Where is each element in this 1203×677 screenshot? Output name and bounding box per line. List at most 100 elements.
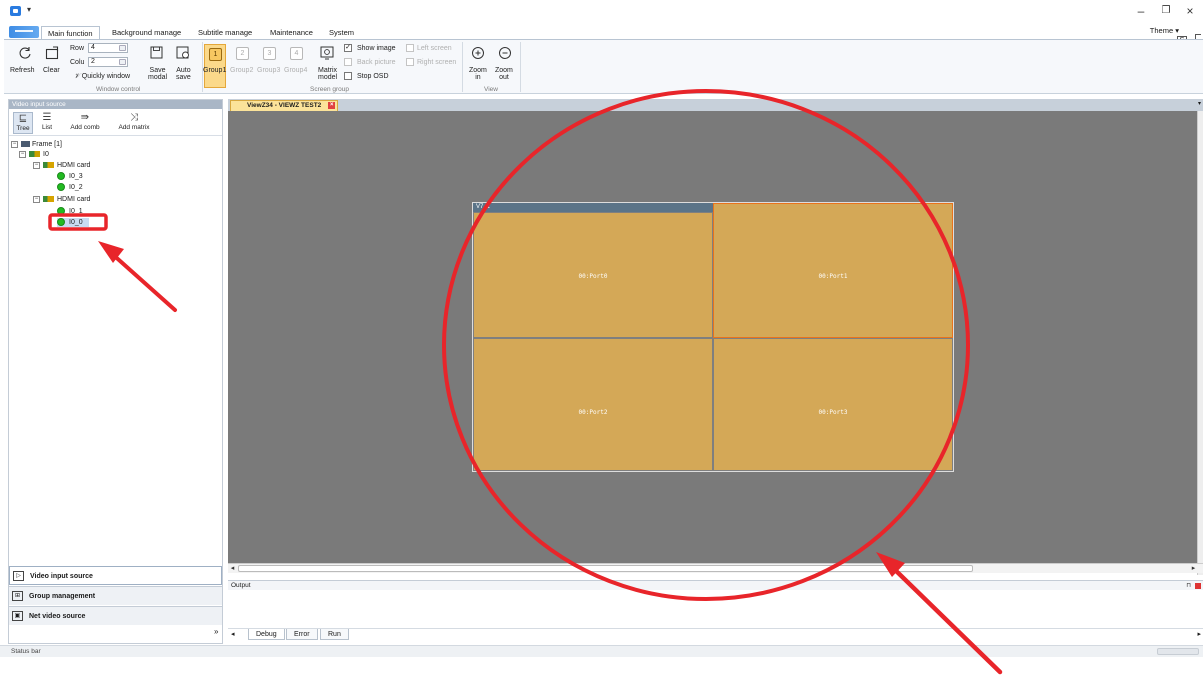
title-bar: ▾ – ❐ × [0,0,1203,22]
input-label: I0_0 [69,219,83,226]
port-label: 00:Port1 [818,273,848,280]
clear-button[interactable] [45,46,59,62]
zoom-in-button[interactable] [471,46,485,62]
refresh-label: Refresh [10,67,35,74]
tree-node-hdmi-card-1[interactable]: − HDMI card [33,161,90,170]
tab-run[interactable]: Run [320,629,349,640]
tree-node-input[interactable]: I0_2 [57,183,83,192]
tree-node-frame[interactable]: − Frame [1] [11,140,62,149]
row-spinner[interactable]: 4 [88,43,128,53]
add-matrix-button[interactable]: ⤨ Add matrix [112,112,156,134]
tab-system[interactable]: System [323,26,360,39]
tabs-right-icon[interactable]: ▸ [1197,630,1201,638]
auto-save-button[interactable] [176,46,190,61]
tree-node-io[interactable]: − I0 [19,150,49,159]
list-label: List [41,124,53,131]
stop-osd-checkbox[interactable] [344,72,352,80]
matrix-model-label-line1: Matrix [318,67,338,74]
restore-button[interactable]: ❐ [1158,4,1174,18]
tab-main-function[interactable]: Main function [41,26,100,39]
nav-label: Net video source [29,613,86,620]
tab-subtitle-manage[interactable]: Subtitle manage [192,26,258,39]
collapse-icon[interactable]: − [33,161,40,169]
io-board-icon [29,151,40,158]
nav-group-management[interactable]: ⊞ Group management [9,586,222,605]
collapse-icon[interactable]: − [19,150,26,158]
vertical-scrollbar[interactable] [1197,111,1203,575]
close-icon[interactable]: × [328,102,336,109]
group2-button[interactable]: 2 [232,44,254,88]
output-log[interactable] [228,590,1203,628]
tree-node-input[interactable]: I0_1 [57,207,83,216]
group1-button[interactable]: 1 [204,44,226,88]
tab-error[interactable]: Error [286,629,318,640]
port-window-active[interactable]: 00:Port1 [713,203,953,338]
scroll-right-icon[interactable]: ▸ [1189,564,1198,573]
close-output-icon[interactable] [1195,583,1201,589]
auto-save-label-line1: Auto [176,67,191,74]
video-input-source-panel: Video input source ⊑ Tree ☰ List ⇛ Add c… [8,99,223,644]
tab-list-dropdown[interactable]: ▾ [1198,100,1201,107]
output-title: Output [231,582,251,589]
port-window[interactable]: 00:Port3 [713,338,953,471]
group4-label: Group4 [284,67,308,74]
port-window[interactable]: 00:Port2 [473,338,713,471]
refresh-button[interactable] [18,46,32,62]
back-picture-checkbox[interactable] [344,58,352,66]
quick-access-dropdown[interactable]: ▾ [27,5,31,14]
tree-node-hdmi-card-2[interactable]: − HDMI card [33,195,90,204]
group4-button[interactable]: 4 [286,44,308,88]
save-modal-button[interactable] [150,46,163,61]
zoom-out-label-line1: Zoom [495,67,513,74]
nav-video-input-source[interactable]: ▷ Video input source [9,566,222,585]
left-screen-checkbox[interactable] [406,44,414,52]
document-tab[interactable]: ViewZ34 - VIEWZ TEST2 × [230,100,339,111]
show-image-checkbox[interactable]: ✓ [344,44,352,52]
save-icon [150,46,163,59]
matrix-model-button[interactable] [320,46,334,62]
group3-button[interactable]: 3 [259,44,281,88]
port-window[interactable]: 00:Port0 [473,212,713,338]
tree-node-input[interactable]: I0_3 [57,172,83,181]
add-comb-button[interactable]: ⇛ Add comb [63,112,107,134]
quickly-window-button[interactable]: 𝒱 Quickly window [74,73,130,80]
row-value: 4 [91,44,95,51]
horizontal-scrollbar[interactable]: ◂ ▸ [228,563,1203,573]
col-spinner[interactable]: 2 [88,57,128,67]
nav-net-video-source[interactable]: ▣ Net video source [9,606,222,625]
file-menu-button[interactable] [9,26,39,38]
scroll-left-icon[interactable]: ◂ [228,564,237,573]
matrix-model-label: Matrix model [318,67,337,81]
save-modal-label-line2: modal [148,74,168,81]
tree-node-input-selected[interactable]: I0_0 [57,218,89,227]
video-wall[interactable]: V7_1 – □ ▢ × 00:Port0 00:Port1 00:Port2 … [472,202,954,472]
status-scroll-thumb [1157,648,1199,655]
minimize-button[interactable]: – [1133,4,1149,18]
zoom-out-icon [499,47,511,59]
theme-label: Theme [1149,26,1174,35]
add-comb-icon: ⇛ [80,112,90,123]
tree-view-button[interactable]: ⊑ Tree [13,112,33,134]
collapse-icon[interactable]: − [11,140,18,148]
zoom-out-button[interactable] [498,46,512,62]
tabs-left-icon[interactable]: ◂ [231,630,235,638]
group4-icon: 4 [290,47,303,60]
tab-background-manage[interactable]: Background manage [106,26,187,39]
tab-debug[interactable]: Debug [248,629,285,640]
collapse-icon[interactable]: − [33,195,40,203]
col-spin-buttons[interactable] [119,59,126,65]
close-button[interactable]: × [1182,4,1198,18]
save-modal-label-line1: Save [149,67,166,74]
port-label: 00:Port3 [818,409,848,416]
list-view-button[interactable]: ☰ List [38,112,56,134]
input-label: I0_3 [69,173,83,180]
more-nav-button[interactable]: » [214,627,218,636]
scroll-thumb[interactable] [238,565,973,572]
zoom-out-label: Zoom out [495,67,513,81]
input-label: I0_2 [69,184,83,191]
right-screen-checkbox[interactable] [406,58,414,66]
row-spin-buttons[interactable] [119,45,126,51]
window-control-caption: Window control [96,86,141,93]
tab-maintenance[interactable]: Maintenance [264,26,319,39]
theme-menu[interactable]: Theme ▾ [1150,26,1179,35]
